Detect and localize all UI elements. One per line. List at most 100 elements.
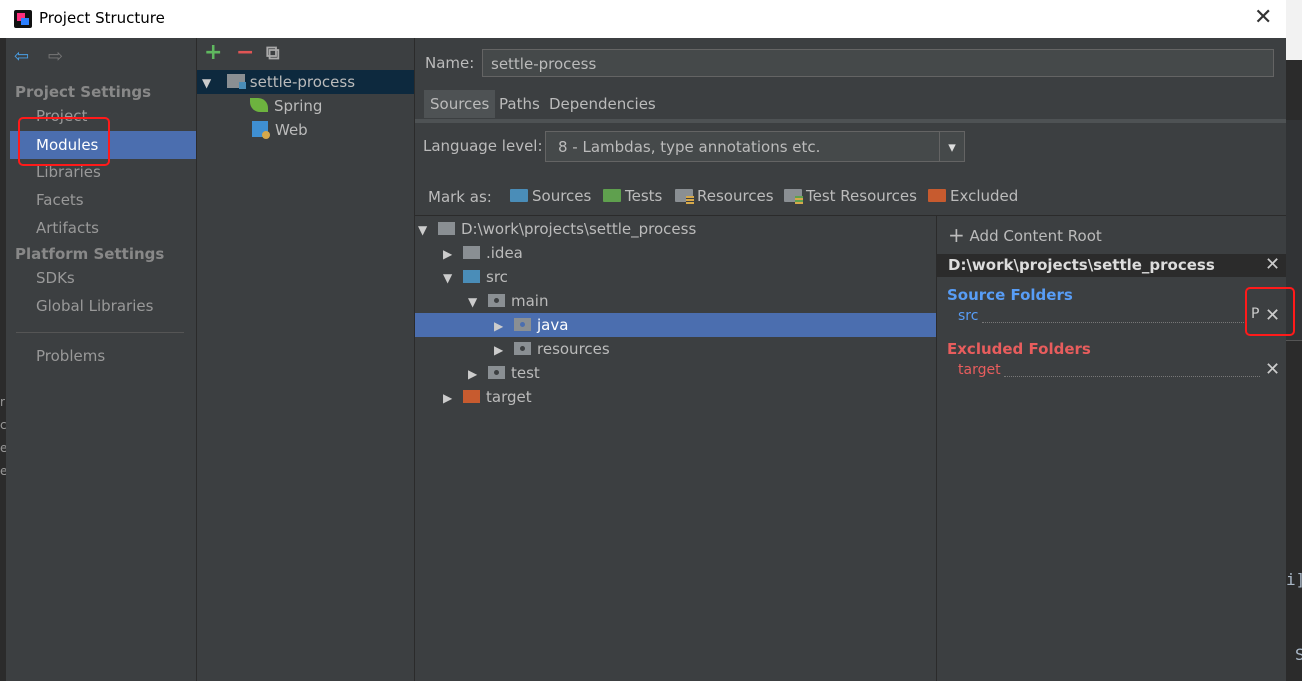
platform-settings-header: Platform Settings xyxy=(15,245,165,263)
facet-item-web[interactable]: Web xyxy=(252,118,308,142)
facet-item-spring[interactable]: Spring xyxy=(250,94,322,118)
tree-node-idea[interactable]: ▶ .idea xyxy=(443,241,523,265)
module-name-input[interactable]: settle-process xyxy=(482,49,1274,77)
mark-test-resources-button[interactable]: Test Resources xyxy=(784,187,917,205)
mark-sources-button[interactable]: Sources xyxy=(510,187,591,205)
tab-dependencies[interactable]: Dependencies xyxy=(543,90,662,118)
annotation-highlight-modules xyxy=(18,117,110,166)
tree-node-target[interactable]: ▶ target xyxy=(443,385,532,409)
sidebar-item-facets[interactable]: Facets xyxy=(10,186,196,214)
excluded-folders-header: Excluded Folders xyxy=(947,340,1091,358)
tab-sources[interactable]: Sources xyxy=(424,90,496,118)
package-folder-icon xyxy=(488,366,505,379)
expand-right-icon[interactable]: ▶ xyxy=(494,314,514,338)
tree-node-main[interactable]: ▼ main xyxy=(468,289,548,313)
bg-code-text: S xyxy=(1295,645,1302,664)
bg-char: r xyxy=(0,395,5,409)
language-level-value: 8 - Lambdas, type annotations etc. xyxy=(558,138,821,156)
copy-module-button[interactable]: ⧉ xyxy=(266,42,280,64)
source-folders-header: Source Folders xyxy=(947,286,1073,304)
intellij-app-icon xyxy=(14,10,32,28)
module-folder-icon xyxy=(226,74,246,89)
plus-icon: + xyxy=(948,223,965,247)
tree-splitter[interactable] xyxy=(936,216,937,681)
source-folder-src[interactable]: src xyxy=(958,308,978,324)
sidebar-item-artifacts[interactable]: Artifacts xyxy=(10,214,196,242)
expand-down-icon[interactable]: ▼ xyxy=(443,266,463,290)
mark-label: Sources xyxy=(532,187,592,205)
background-window-right: i] S xyxy=(1286,0,1302,681)
tree-label: D:\work\projects\settle_process xyxy=(461,220,697,238)
expand-down-icon[interactable]: ▼ xyxy=(468,290,488,314)
tree-label: java xyxy=(537,316,569,334)
tree-node-root[interactable]: ▼ D:\work\projects\settle_process xyxy=(418,217,696,241)
tree-label: src xyxy=(486,268,508,286)
tree-label: target xyxy=(486,388,532,406)
remove-content-root-icon[interactable]: ✕ xyxy=(1265,256,1280,274)
test-resources-folder-icon xyxy=(784,189,803,204)
tree-top-border xyxy=(415,215,1286,216)
mark-label: Resources xyxy=(697,187,774,205)
sidebar-item-global-libraries[interactable]: Global Libraries xyxy=(10,292,196,320)
sidebar-item-sdks[interactable]: SDKs xyxy=(10,264,196,292)
module-item-settle-process[interactable]: ▼ settle-process xyxy=(197,70,414,94)
name-label: Name: xyxy=(425,54,475,72)
tree-node-java-selected[interactable]: ▶ java xyxy=(415,313,936,337)
expand-right-icon[interactable]: ▶ xyxy=(443,386,463,410)
excluded-folder-target[interactable]: target xyxy=(958,362,1001,378)
mark-label: Excluded xyxy=(950,187,1019,205)
web-facet-icon xyxy=(252,121,270,139)
add-content-root-label: Add Content Root xyxy=(969,227,1102,245)
remove-excluded-folder-icon[interactable]: ✕ xyxy=(1265,361,1280,379)
window-title: Project Structure xyxy=(39,9,165,27)
language-level-select[interactable]: 8 - Lambdas, type annotations etc. ▾ xyxy=(545,131,965,162)
project-settings-header: Project Settings xyxy=(15,83,152,101)
dotted-leader xyxy=(1004,376,1260,377)
package-folder-icon xyxy=(488,294,505,307)
add-content-root-button[interactable]: + Add Content Root xyxy=(948,223,1102,247)
tree-node-src[interactable]: ▼ src xyxy=(443,265,508,289)
package-folder-icon xyxy=(514,318,531,331)
tests-folder-icon xyxy=(603,189,621,202)
tree-label: resources xyxy=(537,340,610,358)
expand-down-icon[interactable]: ▼ xyxy=(418,218,438,242)
dropdown-arrow-icon[interactable]: ▾ xyxy=(939,132,964,161)
mark-excluded-button[interactable]: Excluded xyxy=(928,187,1018,205)
content-root-path: D:\work\projects\settle_process xyxy=(948,256,1215,274)
mark-label: Test Resources xyxy=(806,187,917,205)
package-folder-icon xyxy=(514,342,531,355)
bg-code-text: i] xyxy=(1286,570,1302,589)
expand-down-icon[interactable]: ▼ xyxy=(202,71,222,95)
expand-right-icon[interactable]: ▶ xyxy=(494,338,514,362)
sidebar-divider xyxy=(16,332,184,333)
excluded-folder-icon xyxy=(463,390,480,403)
module-name: settle-process xyxy=(249,73,356,91)
remove-module-button[interactable]: − xyxy=(236,42,254,64)
tree-node-resources[interactable]: ▶ resources xyxy=(494,337,610,361)
add-module-button[interactable]: + xyxy=(204,42,222,64)
tab-paths[interactable]: Paths xyxy=(493,90,546,118)
mark-resources-button[interactable]: Resources xyxy=(675,187,774,205)
tree-label: .idea xyxy=(486,244,523,262)
tab-underline xyxy=(415,119,1286,123)
excluded-folder-icon xyxy=(928,189,946,202)
mark-tests-button[interactable]: Tests xyxy=(603,187,662,205)
folder-icon xyxy=(463,246,480,259)
expand-right-icon[interactable]: ▶ xyxy=(468,362,488,386)
sidebar-item-problems[interactable]: Problems xyxy=(10,342,196,370)
expand-right-icon[interactable]: ▶ xyxy=(443,242,463,266)
folder-icon xyxy=(438,222,455,235)
tree-node-test[interactable]: ▶ test xyxy=(468,361,540,385)
forward-arrow-icon[interactable]: ⇨ xyxy=(48,46,63,67)
spring-leaf-icon xyxy=(250,98,268,112)
mark-as-label: Mark as: xyxy=(428,188,492,206)
tree-label: test xyxy=(511,364,540,382)
window-close-button[interactable]: ✕ xyxy=(1254,6,1272,30)
window-titlebar: Project Structure ✕ xyxy=(0,0,1287,38)
dotted-leader xyxy=(982,322,1246,323)
sources-folder-icon xyxy=(510,189,528,202)
resources-folder-icon xyxy=(675,189,694,204)
content-root-header: D:\work\projects\settle_process ✕ xyxy=(937,254,1286,277)
back-arrow-icon[interactable]: ⇦ xyxy=(14,46,29,67)
source-folder-icon xyxy=(463,270,480,283)
